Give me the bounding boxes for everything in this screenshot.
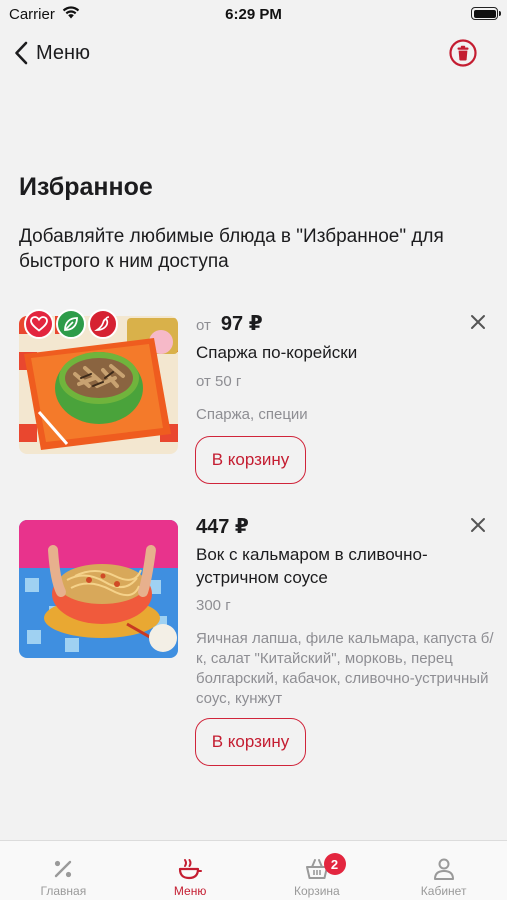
heart-icon [24,309,54,339]
tab-cart[interactable]: 2 Корзина [254,841,381,900]
status-bar: Carrier 6:29 PM [0,0,507,30]
price-row: 447 ₽ [196,514,249,539]
tab-label: Главная [40,884,87,898]
item-name[interactable]: Спаржа по-корейски [196,341,486,364]
back-button[interactable]: Меню [14,38,90,68]
tab-menu[interactable]: Меню [127,841,254,900]
chevron-left-icon [15,41,28,65]
leaf-icon [56,309,86,339]
battery-icon [471,7,501,20]
remove-favorite-button[interactable] [470,517,486,533]
item-price: 97 ₽ [220,313,263,335]
item-badges [24,309,118,339]
item-weight: от 50 г [196,373,242,390]
tab-bar: Главная Меню 2 Корзина Кабинет [0,840,507,900]
clear-favorites-button[interactable] [449,39,477,67]
back-label: Меню [36,41,91,64]
tab-label: Кабинет [420,884,467,898]
status-time: 6:29 PM [225,6,282,23]
chili-icon [88,309,118,339]
item-ingredients: Спаржа, специи [196,406,308,423]
item-image[interactable] [19,520,178,658]
tab-label: Меню [173,884,207,898]
page-title: Избранное [19,173,153,201]
page-description: Добавляйте любимые блюда в "Избранное" д… [19,226,444,272]
remove-favorite-button[interactable] [470,314,486,330]
item-name[interactable]: Вок с кальмаром в сливочно-устричном соу… [196,543,486,589]
price-row: от 97 ₽ [196,311,263,336]
add-to-cart-button[interactable]: В корзину [195,436,306,484]
percent-icon [55,860,72,878]
menu-bowl-icon [179,859,203,880]
close-icon [471,518,485,532]
tab-home[interactable]: Главная [0,841,127,900]
item-weight: 300 г [196,597,231,614]
trash-icon [449,39,477,67]
tab-label: Корзина [294,884,340,898]
add-to-cart-button[interactable]: В корзину [195,718,306,766]
price-prefix: от [196,317,211,334]
user-icon [433,858,454,880]
close-icon [471,315,485,329]
item-ingredients: Яичная лапша, филе кальмара, капуста б/к… [196,630,494,707]
cart-count-badge: 2 [323,853,346,875]
tab-profile[interactable]: Кабинет [380,841,507,900]
item-price: 447 ₽ [196,516,249,538]
